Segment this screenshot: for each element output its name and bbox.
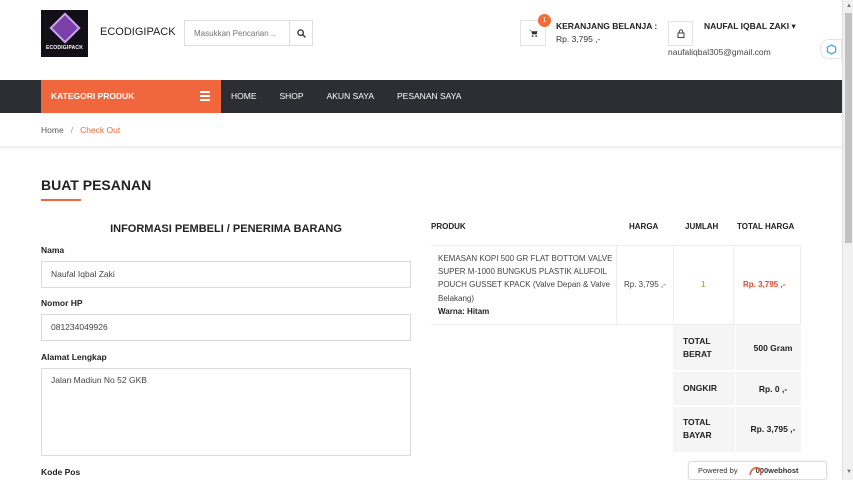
cart-icon bbox=[528, 29, 537, 37]
col-header-price: HARGA bbox=[629, 222, 659, 231]
weight-value: 500 Gram bbox=[753, 343, 793, 353]
user-menu-toggle[interactable]: NAUFAL IQBAL ZAKI ▾ bbox=[704, 21, 796, 32]
scroll-up-arrow-icon[interactable]: ▲ bbox=[846, 3, 852, 9]
nav-item-shop[interactable]: SHOP bbox=[280, 80, 304, 113]
name-label: Nama bbox=[41, 245, 65, 255]
order-item-description: KEMASAN KOPI 500 GR FLAT BOTTOM VALVE SU… bbox=[438, 252, 618, 318]
nav-item-pesanan-saya[interactable]: PESANAN SAYA bbox=[397, 80, 461, 113]
search-button[interactable] bbox=[289, 21, 312, 45]
summary-pay-row: TOTAL BAYAR Rp. 3,795 ,- bbox=[673, 407, 801, 453]
nav-links: HOME SHOP AKUN SAYA PESANAN SAYA bbox=[231, 80, 484, 113]
cart-title[interactable]: KERANJANG BELANJA : bbox=[556, 21, 657, 31]
phone-label: Nomor HP bbox=[41, 298, 83, 308]
product-name: KEMASAN KOPI 500 GR FLAT BOTTOM VALVE SU… bbox=[438, 254, 613, 303]
item-qty: 1 bbox=[701, 280, 706, 289]
shipping-value: Rp. 0 ,- bbox=[758, 384, 788, 394]
page-title: BUAT PESANAN bbox=[41, 177, 152, 193]
cell-divider bbox=[673, 246, 674, 326]
address-label: Alamat Lengkap bbox=[41, 352, 107, 362]
cell-divider bbox=[733, 246, 734, 326]
scroll-down-arrow-icon[interactable]: ▼ bbox=[846, 469, 852, 475]
address-textarea[interactable]: Jalan Madiun No 52 GKB bbox=[41, 368, 411, 456]
brand-name[interactable]: ECODIGIPACK bbox=[100, 26, 176, 38]
powered-by-badge[interactable]: Powered by 000webhost bbox=[688, 461, 827, 480]
weight-label: TOTAL BERAT bbox=[683, 336, 712, 359]
pay-value: Rp. 3,795 ,- bbox=[750, 424, 796, 434]
breadcrumb-current[interactable]: Check Out bbox=[80, 125, 120, 135]
buyer-info-title: INFORMASI PEMBELI / PENERIMA BARANG bbox=[110, 223, 342, 235]
col-header-product: PRODUK bbox=[431, 222, 466, 231]
nav-item-akun-saya[interactable]: AKUN SAYA bbox=[327, 80, 374, 113]
col-header-total: TOTAL HARGA bbox=[737, 222, 795, 231]
floating-widget-button[interactable] bbox=[820, 39, 842, 59]
summary-shipping-row: ONGKIR Rp. 0 ,- bbox=[673, 372, 801, 406]
breadcrumb-home[interactable]: Home bbox=[41, 125, 64, 135]
page-scrollbar[interactable]: ▲ ▼ bbox=[842, 0, 853, 480]
main-navbar: KATEGORI PRODUK HOME SHOP AKUN SAYA PESA… bbox=[0, 80, 842, 113]
name-field[interactable]: Naufal Iqbal Zaki bbox=[41, 261, 411, 288]
powered-by-text: Powered by bbox=[698, 466, 738, 475]
col-header-qty: JUMLAH bbox=[685, 222, 719, 231]
hamburger-icon bbox=[200, 91, 210, 103]
product-variant: Warna: Hitam bbox=[438, 306, 490, 316]
webhost-logo-icon bbox=[749, 466, 762, 476]
summary-weight-row: TOTAL BERAT 500 Gram bbox=[673, 325, 801, 371]
search-bar bbox=[184, 20, 313, 46]
shipping-label: ONGKIR bbox=[683, 383, 717, 393]
category-label: KATEGORI PRODUK bbox=[51, 91, 135, 101]
search-icon bbox=[296, 28, 306, 38]
cart-total: Rp. 3,795 ,- bbox=[556, 34, 601, 44]
breadcrumb-separator: / bbox=[70, 125, 74, 135]
search-input[interactable] bbox=[185, 21, 289, 45]
phone-field[interactable]: 081234049926 bbox=[41, 314, 411, 341]
category-menu-button[interactable]: KATEGORI PRODUK bbox=[41, 80, 221, 113]
chevron-down-icon: ▾ bbox=[791, 21, 796, 31]
scrollbar-thumb[interactable] bbox=[845, 13, 852, 243]
pay-label: TOTAL BAYAR bbox=[683, 417, 712, 440]
logo-cube-icon bbox=[48, 11, 81, 44]
site-header: ECODIGIPACK ECODIGIPACK 1 KERANJANG BELA… bbox=[0, 0, 842, 80]
logo-text: ECODIGIPACK bbox=[45, 44, 84, 51]
user-email: naufaliqbal305@gmail.com bbox=[668, 47, 771, 57]
item-price: Rp. 3,795 ,- bbox=[624, 280, 666, 289]
cart-count-badge: 1 bbox=[538, 14, 551, 27]
title-underline bbox=[41, 199, 81, 201]
user-name: NAUFAL IQBAL ZAKI bbox=[704, 21, 790, 31]
site-logo[interactable]: ECODIGIPACK bbox=[41, 10, 88, 57]
item-total: Rp. 3,795 ,- bbox=[743, 280, 786, 289]
breadcrumb: Home / Check Out bbox=[41, 125, 120, 135]
cart-button[interactable]: 1 bbox=[520, 14, 551, 46]
nav-item-home[interactable]: HOME bbox=[231, 80, 257, 113]
user-button[interactable] bbox=[668, 21, 693, 46]
section-divider bbox=[0, 146, 842, 150]
lock-icon bbox=[677, 29, 684, 38]
widget-icon bbox=[826, 43, 836, 55]
zip-label: Kode Pos bbox=[41, 467, 81, 477]
